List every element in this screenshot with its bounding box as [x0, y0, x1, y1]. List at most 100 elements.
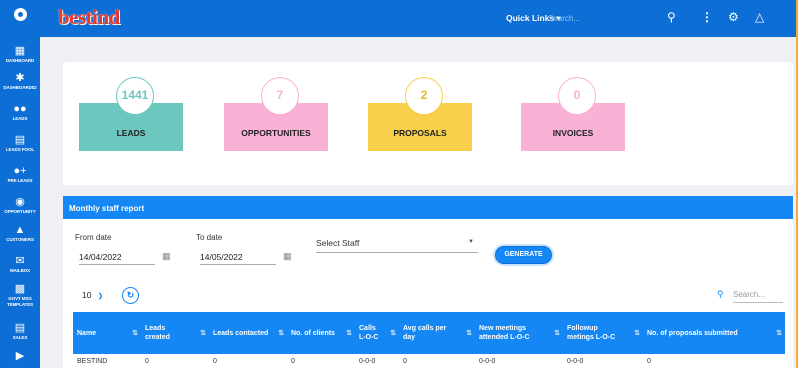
proposals-label: PROPOSALS	[393, 128, 447, 138]
sort-icon[interactable]: ⇅	[554, 329, 560, 338]
opportunities-label: OPPORTUNITIES	[241, 128, 311, 138]
from-date-input[interactable]: 14/04/2022	[79, 247, 155, 265]
column-header[interactable]: Leads contacted ⇅	[209, 312, 287, 354]
table-header-row: Name ⇅ Leads created ⇅ Leads contacted ⇅ No. o…	[73, 312, 785, 354]
search-icon: ⚲	[717, 289, 724, 299]
user-icon: ▲	[14, 224, 26, 236]
bell-icon[interactable]: △	[755, 10, 764, 24]
column-header-label: Calls L-O-C	[359, 325, 379, 341]
summary-panel: 1441 LEADS 7 OPPORTUNITIES 2 PROPOSALS 0…	[63, 62, 793, 185]
staff-select-value: Select Staff	[316, 238, 360, 248]
invoices-count: 0	[558, 77, 596, 115]
column-header[interactable]: Avg calls per day ⇅	[399, 312, 475, 354]
table-cell: 0-0-0	[567, 358, 584, 365]
refresh-button[interactable]: ↻	[122, 287, 139, 304]
trash-icon: ▤	[14, 134, 26, 146]
message-icon: ▩	[14, 283, 26, 295]
staff-report-table: Name ⇅ Leads created ⇅ Leads contacted ⇅ No. o…	[73, 312, 785, 368]
leads-count: 1441	[116, 77, 154, 115]
table-body: BESTIND 0 0 0 0-0-0 0 0-0-0 0-0-0 0	[73, 354, 785, 368]
search-icon[interactable]: ⚲	[667, 10, 676, 24]
app-frame: ▦ Dashboard ✱ Dashboard02 ●● Leads ▤ Lea…	[0, 0, 796, 368]
staff-select[interactable]: Select Staff ▼	[316, 235, 478, 253]
sidebar-item-govt-msg-templates[interactable]: ▩ Govt Msg Templates	[0, 283, 40, 308]
settings-icon[interactable]: ⚙	[728, 10, 739, 24]
chevron-down-icon: ❯	[97, 293, 104, 300]
from-date-label: From date	[75, 233, 112, 242]
app-logo-icon[interactable]	[11, 5, 30, 24]
page-size-select[interactable]: 10 ❯	[82, 290, 103, 300]
column-header-label: Followup metings L-O-C	[567, 325, 616, 341]
sort-icon[interactable]: ⇅	[132, 329, 138, 338]
proposals-count: 2	[405, 77, 443, 115]
invoices-label: INVOICES	[552, 128, 594, 138]
column-header-label: No. of clients	[291, 329, 335, 337]
table-cell: 0-0-0	[359, 358, 376, 365]
column-header[interactable]: Calls L-O-C ⇅	[355, 312, 399, 354]
sidebar-item-mailbox[interactable]: ✉ Mailbox	[0, 255, 40, 274]
sidebar-item-opportunity[interactable]: ◉ Opportunity	[0, 196, 40, 215]
sidebar-item-leads[interactable]: ●● Leads	[0, 103, 40, 122]
refresh-icon: ↻	[126, 290, 135, 300]
sidebar-item-leads-pool[interactable]: ▤ Leads Pool	[0, 134, 40, 153]
user-circle-icon: ◉	[15, 196, 25, 208]
column-header-label: No. of proposals submitted	[647, 329, 738, 337]
sidebar-item-video[interactable]: ▶	[0, 350, 40, 363]
sort-icon[interactable]: ⇅	[346, 329, 352, 338]
opportunities-count: 7	[261, 77, 299, 115]
puzzle-icon: ✱	[15, 72, 25, 84]
users-icon: ●●	[13, 103, 27, 115]
generate-button[interactable]: GENERATE	[495, 246, 552, 264]
report-panel: From date 14/04/2022 ▦ To date 14/05/202…	[63, 219, 793, 368]
column-header-label: Leads created	[145, 325, 170, 341]
sort-icon[interactable]: ⇅	[278, 329, 284, 338]
receipt-icon: ▤	[14, 322, 26, 334]
table-cell: 0	[403, 358, 407, 365]
column-header[interactable]: Followup metings L-O-C ⇅	[563, 312, 643, 354]
sort-icon[interactable]: ⇅	[466, 329, 472, 338]
more-vertical-icon[interactable]: ⋮	[701, 10, 713, 24]
column-header-label: Avg calls per day	[403, 325, 447, 341]
proposals-card[interactable]: 2 PROPOSALS	[368, 77, 472, 151]
table-cell: 0	[291, 358, 295, 365]
table-search-input[interactable]	[733, 286, 783, 303]
leads-label: LEADS	[116, 128, 146, 138]
column-header[interactable]: New meetings attended L-O-C ⇅	[475, 312, 563, 354]
sidebar-item-dashboard02[interactable]: ✱ Dashboard02	[0, 72, 40, 91]
global-search-input[interactable]	[548, 10, 638, 26]
table-row[interactable]: BESTIND 0 0 0 0-0-0 0 0-0-0 0-0-0 0	[73, 354, 785, 368]
top-navbar: bestind Quick Links ▾ ⚲ ⋮ ⚙ △	[40, 0, 796, 37]
column-header[interactable]: Name ⇅	[73, 312, 141, 354]
video-icon: ▶	[15, 350, 25, 362]
sort-icon[interactable]: ⇅	[634, 329, 640, 338]
column-header[interactable]: Leads created ⇅	[141, 312, 209, 354]
sidebar-item-pre-leads[interactable]: ●+ Pre Leads	[0, 165, 40, 184]
calendar-icon[interactable]: ▦	[162, 251, 171, 262]
sidebar-item-sales[interactable]: ▤ Sales	[0, 322, 40, 341]
column-header-label: Leads contacted	[213, 329, 269, 337]
sidebar: ▦ Dashboard ✱ Dashboard02 ●● Leads ▤ Lea…	[0, 0, 40, 368]
sidebar-item-dashboard[interactable]: ▦ Dashboard	[0, 45, 40, 64]
page-size-value: 10	[82, 290, 92, 300]
brand-logo[interactable]: bestind	[58, 5, 120, 30]
column-header-label: New meetings attended L-O-C	[479, 325, 530, 341]
table-cell: BESTIND	[77, 358, 108, 365]
table-cell: 0	[647, 358, 651, 365]
sort-icon[interactable]: ⇅	[390, 329, 396, 338]
dashboard-grid-icon: ▦	[14, 45, 26, 57]
sort-icon[interactable]: ⇅	[200, 329, 206, 338]
opportunities-card[interactable]: 7 OPPORTUNITIES	[224, 77, 328, 151]
table-cell: 0-0-0	[479, 358, 496, 365]
column-header[interactable]: No. of clients ⇅	[287, 312, 355, 354]
to-date-label: To date	[196, 233, 223, 242]
leads-card[interactable]: 1441 LEADS	[79, 77, 183, 151]
calendar-icon[interactable]: ▦	[283, 251, 292, 262]
to-date-input[interactable]: 14/05/2022	[200, 247, 276, 265]
table-cell: 0	[145, 358, 149, 365]
column-header[interactable]: No. of proposals submitted ⇅	[643, 312, 785, 354]
column-header-label: Name	[77, 329, 97, 337]
user-add-icon: ●+	[13, 165, 27, 177]
sidebar-item-customers[interactable]: ▲ Customers	[0, 224, 40, 243]
invoices-card[interactable]: 0 INVOICES	[521, 77, 625, 151]
sort-icon[interactable]: ⇅	[776, 329, 782, 338]
